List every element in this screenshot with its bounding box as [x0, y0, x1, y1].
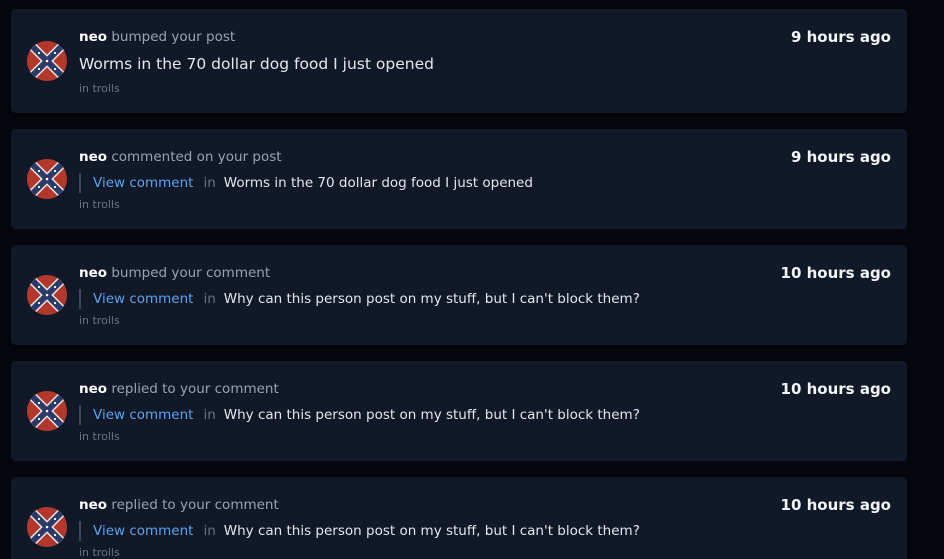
post-title-link[interactable]: Why can this person post on my stuff, bu… [224, 291, 640, 307]
community-label[interactable]: in trolls [79, 82, 120, 95]
timestamp: 9 hours ago [790, 28, 891, 46]
view-comment-link[interactable]: View comment [93, 175, 193, 191]
post-title-link[interactable]: Why can this person post on my stuff, bu… [224, 407, 640, 423]
post-title-link[interactable]: Worms in the 70 dollar dog food I just o… [79, 55, 434, 73]
community-label[interactable]: in trolls [79, 314, 120, 327]
post-title-link[interactable]: Why can this person post on my stuff, bu… [224, 523, 640, 539]
timestamp: 9 hours ago [790, 148, 891, 166]
comment-reference: View comment in Why can this person post o… [79, 289, 640, 309]
view-comment-link[interactable]: View comment [93, 407, 193, 423]
username[interactable]: neo [79, 381, 107, 397]
timestamp: 10 hours ago [780, 496, 891, 514]
comment-reference: View comment in Why can this person post o… [79, 405, 640, 425]
notification-card[interactable]: neo replied to your comment 10 hours ago… [11, 477, 907, 559]
notification-headline: neo replied to your comment [79, 497, 279, 513]
notification-headline: neo bumped your comment [79, 265, 270, 281]
notification-headline: neo bumped your post [79, 29, 235, 45]
post-title-link[interactable]: Worms in the 70 dollar dog food I just o… [224, 175, 533, 191]
view-comment-link[interactable]: View comment [93, 523, 193, 539]
community-label[interactable]: in trolls [79, 546, 120, 559]
in-label: in [203, 407, 216, 423]
notification-headline: neo commented on your post [79, 149, 282, 165]
in-label: in [203, 523, 216, 539]
notification-action: bumped your post [111, 29, 236, 45]
notification-card[interactable]: neo bumped your comment 10 hours ago Vie… [11, 245, 907, 345]
notification-card[interactable]: neo commented on your post 9 hours ago V… [11, 129, 907, 229]
comment-reference: View comment in Worms in the 70 dollar dog… [79, 173, 533, 193]
view-comment-link[interactable]: View comment [93, 291, 193, 307]
username[interactable]: neo [79, 265, 107, 281]
flag-avatar-icon[interactable] [27, 159, 67, 199]
notification-feed: neo bumped your post 9 hours ago Worms i… [0, 0, 944, 559]
notification-action: replied to your comment [111, 497, 279, 513]
community-label[interactable]: in trolls [79, 198, 120, 211]
timestamp: 10 hours ago [780, 264, 891, 282]
notification-headline: neo replied to your comment [79, 381, 279, 397]
timestamp: 10 hours ago [780, 380, 891, 398]
comment-reference: View comment in Why can this person post o… [79, 521, 640, 541]
flag-avatar-icon[interactable] [27, 275, 67, 315]
in-label: in [203, 291, 216, 307]
notification-action: replied to your comment [111, 381, 279, 397]
community-label[interactable]: in trolls [79, 430, 120, 443]
notification-action: commented on your post [111, 149, 282, 165]
notification-action: bumped your comment [111, 265, 271, 281]
flag-avatar-icon[interactable] [27, 391, 67, 431]
in-label: in [203, 175, 216, 191]
notification-card[interactable]: neo replied to your comment 10 hours ago… [11, 361, 907, 461]
username[interactable]: neo [79, 497, 107, 513]
flag-avatar-icon[interactable] [27, 507, 67, 547]
notification-card[interactable]: neo bumped your post 9 hours ago Worms i… [11, 9, 907, 113]
flag-avatar-icon[interactable] [27, 41, 67, 81]
username[interactable]: neo [79, 149, 107, 165]
username[interactable]: neo [79, 29, 107, 45]
